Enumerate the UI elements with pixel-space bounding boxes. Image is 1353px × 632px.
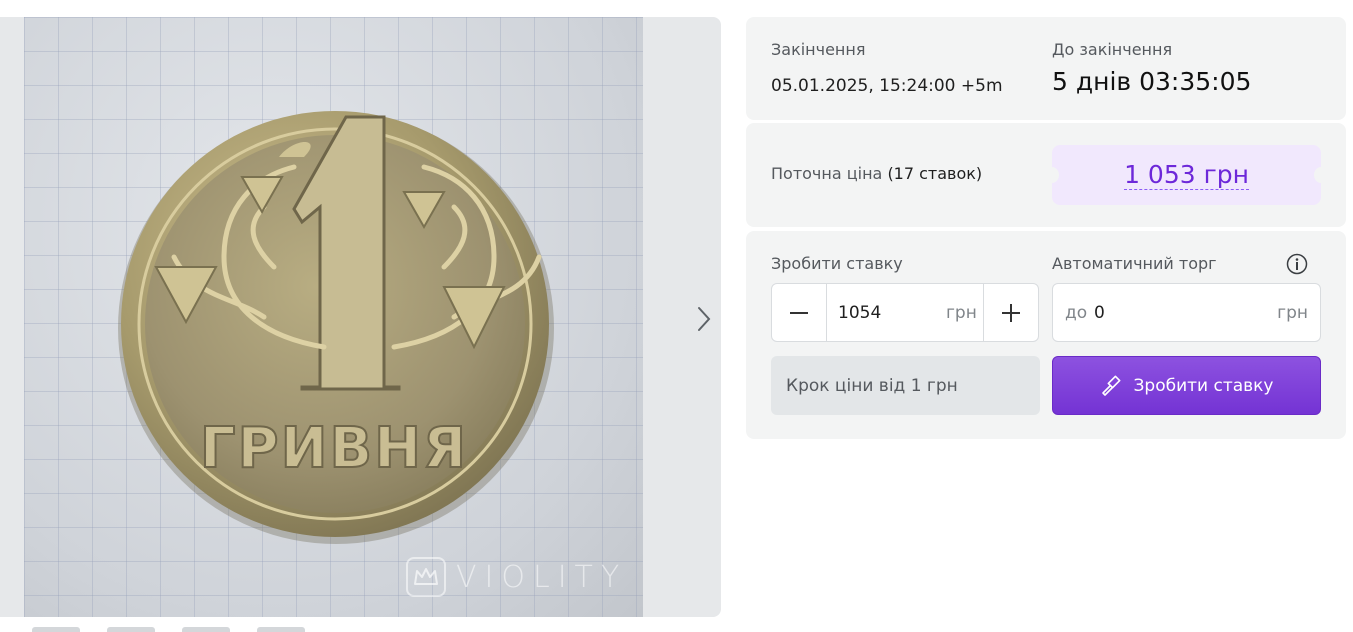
decrease-bid-button[interactable] xyxy=(772,284,827,341)
bid-stepper: 1054 грн xyxy=(771,283,1039,342)
bids-count-link[interactable]: (17 ставок) xyxy=(887,164,982,183)
end-datetime: 05.01.2025, 15:24:00 +5m xyxy=(771,76,1003,96)
watermark: VIOLITY xyxy=(406,557,627,597)
increase-bid-button[interactable] xyxy=(983,284,1038,341)
make-bid-label: Зробити ставку xyxy=(771,254,903,273)
coin-image: ГРИВНЯ xyxy=(118,111,554,544)
auto-bid-currency: грн xyxy=(1277,303,1308,323)
chevron-right-icon xyxy=(698,307,711,331)
auto-bid-prefix: до xyxy=(1065,303,1088,323)
place-bid-button[interactable]: Зробити ставку xyxy=(1052,356,1321,415)
thumbnail[interactable] xyxy=(257,627,305,632)
auto-bid-label: Автоматичний торг xyxy=(1052,254,1217,273)
time-left-value: 5 днів 03:35:05 xyxy=(1052,67,1252,96)
minus-icon xyxy=(790,311,808,314)
info-icon[interactable] xyxy=(1286,253,1308,275)
price-step-note: Крок ціни від 1 грн xyxy=(771,356,1040,415)
place-bid-label: Зробити ставку xyxy=(1133,375,1274,396)
current-price-label-text: Поточна ціна xyxy=(771,164,883,183)
bid-currency: грн xyxy=(946,303,977,323)
crown-icon xyxy=(406,557,446,597)
current-price-label: Поточна ціна (17 ставок) xyxy=(771,164,982,183)
svg-text:ГРИВНЯ: ГРИВНЯ xyxy=(200,416,468,481)
auto-bid-input[interactable]: 0 xyxy=(1094,303,1105,323)
next-image-button[interactable] xyxy=(690,301,718,337)
thumbnail[interactable] xyxy=(107,627,155,632)
thumbnail-strip xyxy=(0,627,360,632)
plus-icon xyxy=(1002,303,1020,322)
bid-card: Зробити ставку Автоматичний торг 1054 гр… xyxy=(746,231,1346,439)
watermark-text: VIOLITY xyxy=(456,559,628,595)
price-step-text: Крок ціни від 1 грн xyxy=(786,375,958,396)
price-card: Поточна ціна (17 ставок) 1 053 грн xyxy=(746,123,1346,227)
timer-card: Закінчення 05.01.2025, 15:24:00 +5m До з… xyxy=(746,17,1346,120)
image-gallery: ГРИВНЯ VIOLITY xyxy=(0,17,721,617)
auto-bid-field[interactable]: до 0 грн xyxy=(1052,283,1321,342)
lot-photo[interactable]: ГРИВНЯ VIOLITY xyxy=(24,17,643,617)
thumbnail[interactable] xyxy=(182,627,230,632)
thumbnail[interactable] xyxy=(32,627,80,632)
end-label: Закінчення xyxy=(771,40,866,59)
time-left-label: До закінчення xyxy=(1052,40,1173,59)
gavel-icon xyxy=(1101,375,1120,396)
current-price-value[interactable]: 1 053 грн xyxy=(1124,160,1249,190)
current-price-box: 1 053 грн xyxy=(1045,145,1328,205)
bid-amount-input[interactable]: 1054 xyxy=(838,303,881,323)
